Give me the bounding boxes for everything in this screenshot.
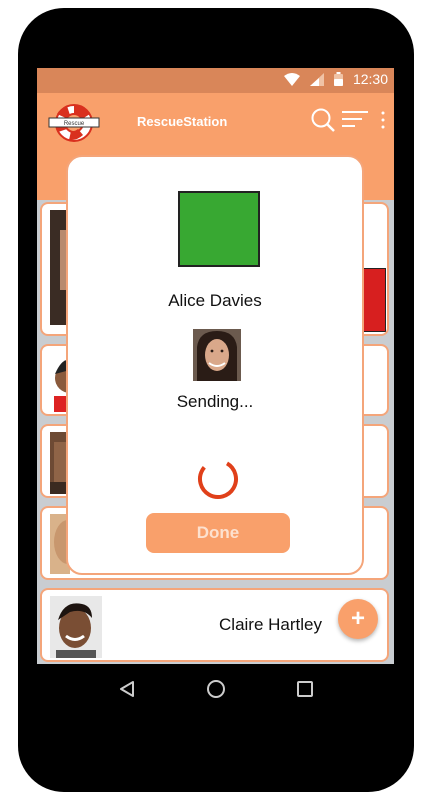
red-indicator (362, 268, 386, 332)
contact-photo (50, 596, 102, 658)
home-icon[interactable] (206, 679, 226, 699)
contact-card-5[interactable]: Claire Hartley (40, 588, 389, 662)
rescue-logo: Rescue (48, 104, 100, 142)
search-button[interactable] (308, 105, 338, 135)
loading-spinner-icon (198, 459, 238, 499)
contact-name: Claire Hartley (219, 615, 322, 634)
signal-icon (309, 72, 324, 86)
battery-icon (333, 72, 343, 86)
android-nav-bar (18, 664, 414, 714)
status-swatch (178, 191, 260, 267)
status-time: 12:30 (352, 71, 388, 87)
overflow-menu-button[interactable] (372, 105, 394, 135)
logo-text: Rescue (64, 121, 85, 127)
sending-status: Sending... (176, 392, 254, 411)
status-bar: 12:30 (37, 68, 394, 93)
done-button[interactable]: Done (146, 513, 290, 553)
sending-dialog: Alice Davies Sending... Done (66, 155, 364, 575)
app-title: RescueStation (137, 114, 228, 129)
recipient-avatar (193, 329, 241, 381)
add-contact-button[interactable]: + (338, 599, 378, 639)
overflow-menu-icon (381, 111, 385, 129)
sort-icon (342, 111, 368, 127)
wifi-icon (283, 72, 300, 86)
search-icon (311, 108, 335, 132)
dialog-recipient-name: Alice Davies (168, 291, 262, 310)
app-screen: 12:30 Rescue RescueStation Claire Hartle… (37, 68, 394, 664)
recents-icon[interactable] (296, 680, 314, 698)
back-icon[interactable] (118, 680, 136, 698)
sort-button[interactable] (338, 105, 372, 135)
